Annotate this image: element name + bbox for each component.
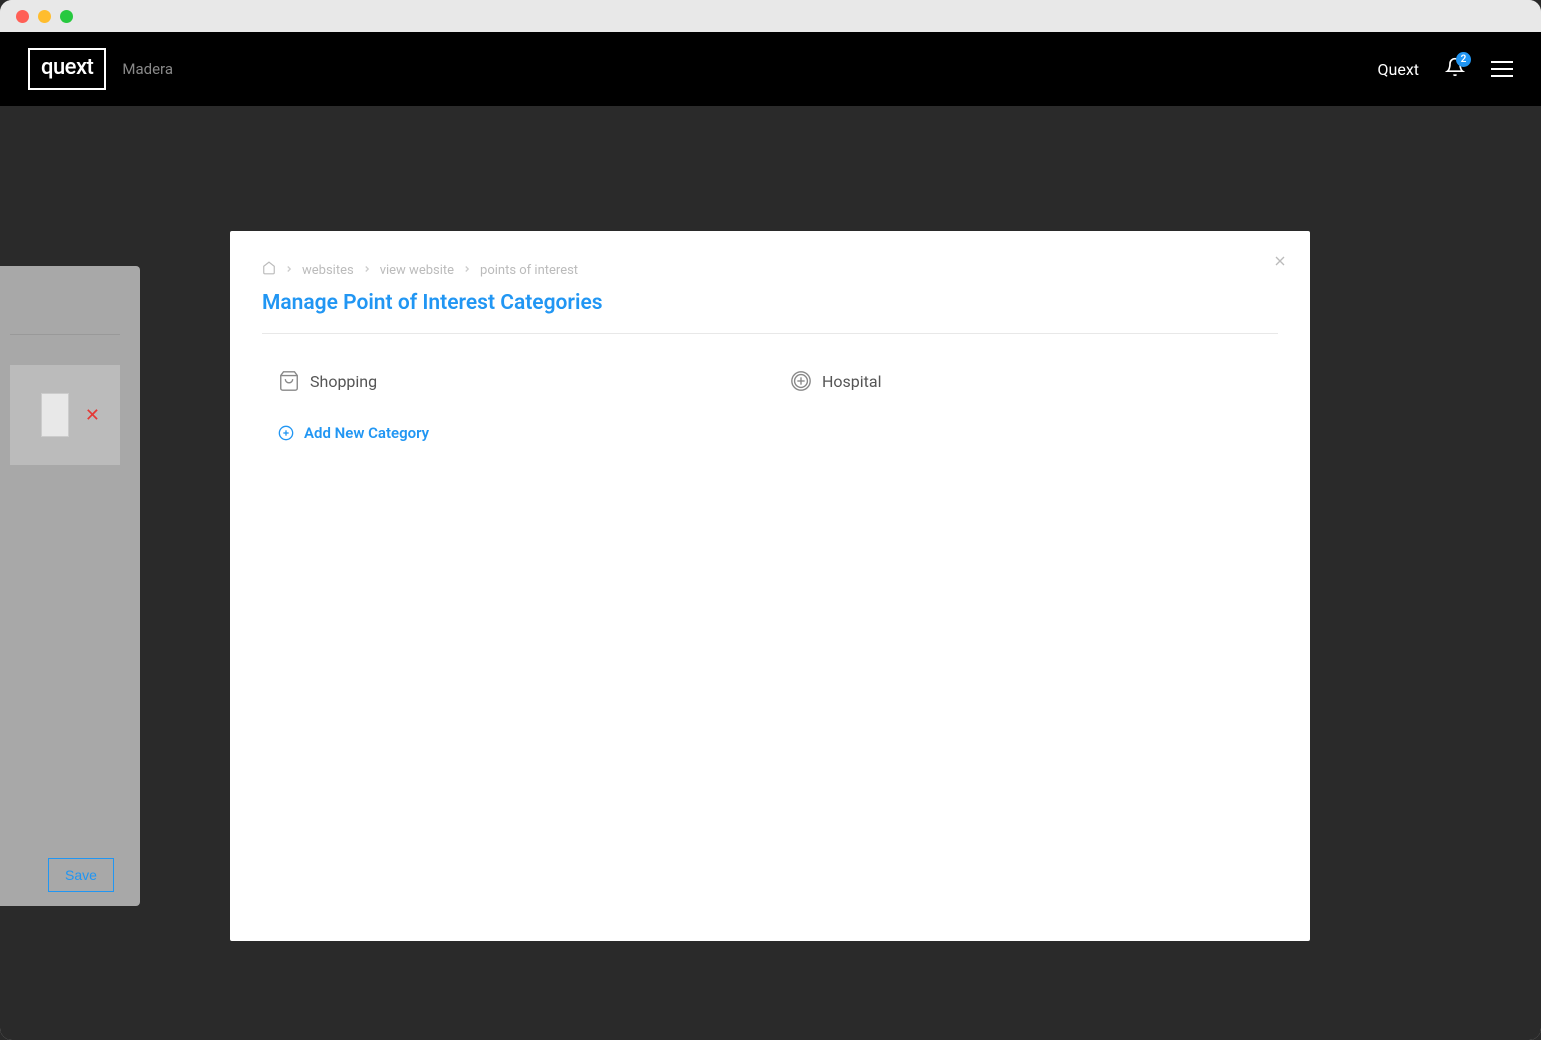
window-minimize-button[interactable] — [38, 10, 51, 23]
notification-badge: 2 — [1456, 52, 1471, 67]
background-input — [41, 393, 69, 437]
close-icon: ✕ — [85, 405, 100, 426]
home-icon[interactable] — [262, 261, 276, 279]
notifications-button[interactable]: 2 — [1445, 56, 1465, 82]
header-left: quext Madera — [28, 48, 173, 90]
shopping-bag-icon — [278, 370, 300, 392]
category-item-hospital[interactable]: Hospital — [790, 370, 1278, 392]
menu-button[interactable] — [1491, 61, 1513, 77]
breadcrumb-websites[interactable]: websites — [302, 263, 354, 278]
user-label[interactable]: Quext — [1378, 60, 1419, 79]
logo[interactable]: quext — [28, 48, 106, 90]
window-frame: quext Madera Quext 2 — [0, 0, 1541, 1040]
add-category-label: Add New Category — [304, 424, 429, 442]
category-label: Hospital — [822, 372, 882, 391]
property-name-label: Madera — [122, 60, 173, 78]
breadcrumb-view-website[interactable]: view website — [380, 263, 454, 278]
modal-title: Manage Point of Interest Categories — [262, 291, 1278, 315]
breadcrumb: websites view website points of interest — [262, 261, 1278, 279]
category-label: Shopping — [310, 372, 377, 391]
window-close-button[interactable] — [16, 10, 29, 23]
add-category-button[interactable]: Add New Category — [262, 424, 1278, 442]
chevron-right-icon — [284, 263, 294, 278]
save-button[interactable]: Save — [48, 858, 114, 892]
modal-close-button[interactable] — [1272, 253, 1288, 273]
background-panel: ✕ Save — [0, 266, 140, 906]
manage-categories-modal: websites view website points of interest… — [230, 231, 1310, 941]
app-header: quext Madera Quext 2 — [0, 32, 1541, 106]
hospital-icon — [790, 370, 812, 392]
background-field: ✕ — [10, 365, 120, 465]
divider — [262, 333, 1278, 334]
window-maximize-button[interactable] — [60, 10, 73, 23]
breadcrumb-points-of-interest[interactable]: points of interest — [480, 263, 578, 278]
plus-circle-icon — [278, 425, 294, 441]
chevron-right-icon — [362, 263, 372, 278]
category-item-shopping[interactable]: Shopping — [278, 370, 766, 392]
main-area: ✕ Save we — [0, 106, 1541, 1040]
window-titlebar — [0, 0, 1541, 32]
categories-grid: Shopping Hospital — [262, 370, 1278, 392]
chevron-right-icon — [462, 263, 472, 278]
header-right: Quext 2 — [1378, 56, 1513, 82]
